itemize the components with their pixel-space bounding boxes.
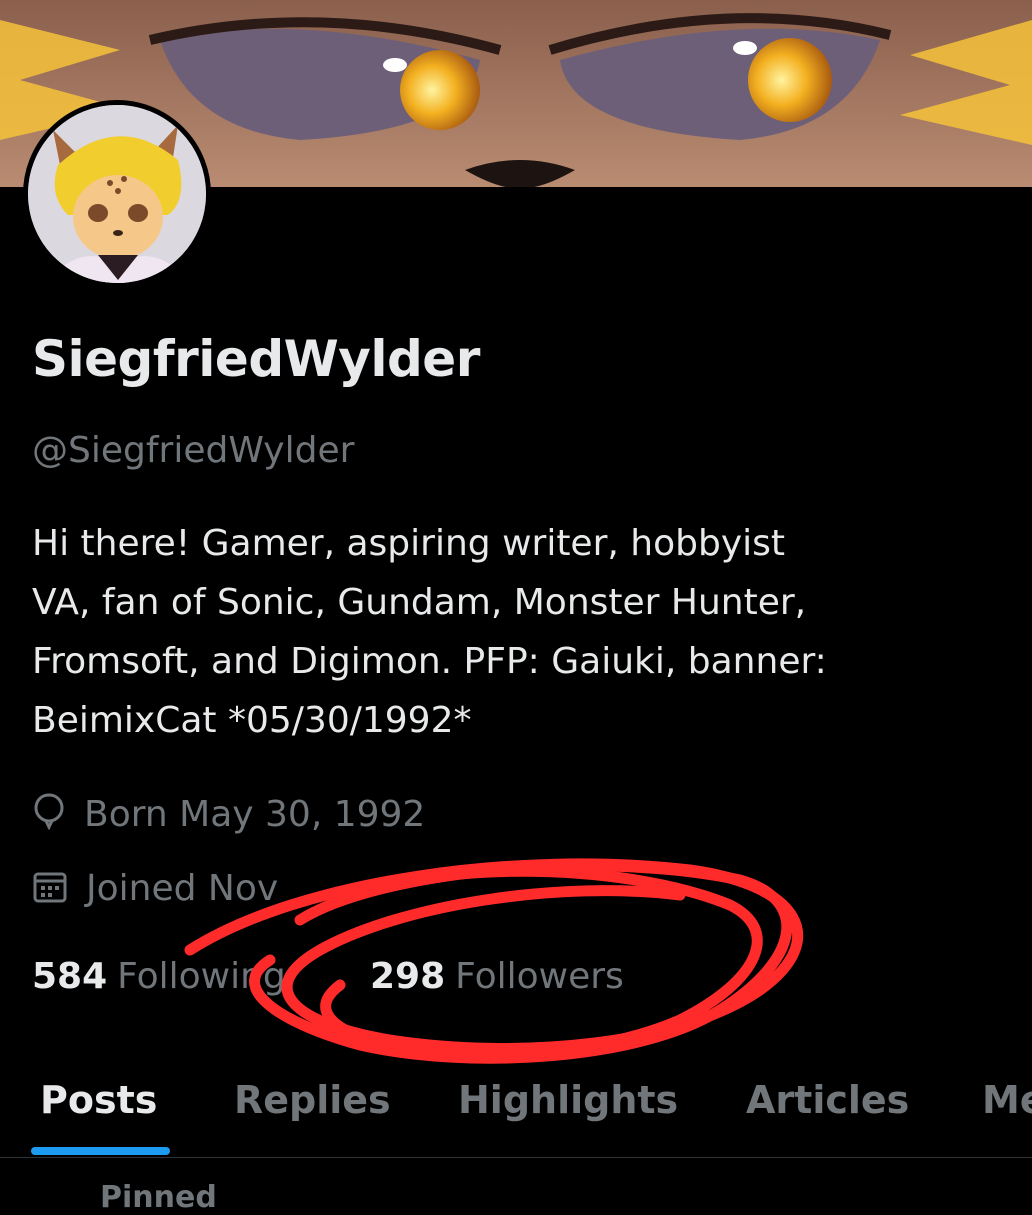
active-tab-indicator bbox=[31, 1147, 170, 1155]
avatar-illustration bbox=[28, 105, 206, 283]
display-name: SiegfriedWylder bbox=[32, 330, 480, 388]
following-label: Following bbox=[117, 956, 286, 997]
bio: Hi there! Gamer, aspiring writer, hobbyi… bbox=[32, 514, 992, 750]
calendar-icon bbox=[33, 872, 67, 903]
bio-line: BeimixCat *05/30/1992* bbox=[32, 700, 472, 741]
bio-line: Hi there! Gamer, aspiring writer, hobbyi… bbox=[32, 523, 785, 564]
avatar[interactable] bbox=[23, 100, 211, 288]
pinned-label: Pinned bbox=[100, 1180, 217, 1215]
followers-link[interactable]: 298 Followers bbox=[370, 956, 624, 997]
tab-articles[interactable]: Articles bbox=[746, 1078, 909, 1122]
joined-text: Joined Nov bbox=[86, 868, 279, 909]
bio-line: Fromsoft, and Digimon. PFP: Gaiuki, bann… bbox=[32, 641, 827, 682]
followers-count: 298 bbox=[370, 956, 446, 997]
tab-media[interactable]: Me bbox=[982, 1078, 1032, 1122]
following-count: 584 bbox=[32, 956, 108, 997]
tab-replies[interactable]: Replies bbox=[234, 1078, 391, 1122]
tab-divider bbox=[0, 1157, 1032, 1158]
followers-label: Followers bbox=[455, 956, 624, 997]
handle: @SiegfriedWylder bbox=[32, 430, 355, 471]
following-link[interactable]: 584 Following bbox=[32, 956, 286, 997]
bio-line: VA, fan of Sonic, Gundam, Monster Hunter… bbox=[32, 582, 807, 623]
balloon-icon bbox=[34, 793, 64, 831]
birthday-row: Born May 30, 1992 bbox=[32, 792, 425, 835]
joined-row: Joined Nov bbox=[32, 868, 278, 909]
tab-posts[interactable]: Posts bbox=[40, 1078, 157, 1122]
birthday-text: Born May 30, 1992 bbox=[84, 794, 426, 835]
tab-highlights[interactable]: Highlights bbox=[458, 1078, 678, 1122]
